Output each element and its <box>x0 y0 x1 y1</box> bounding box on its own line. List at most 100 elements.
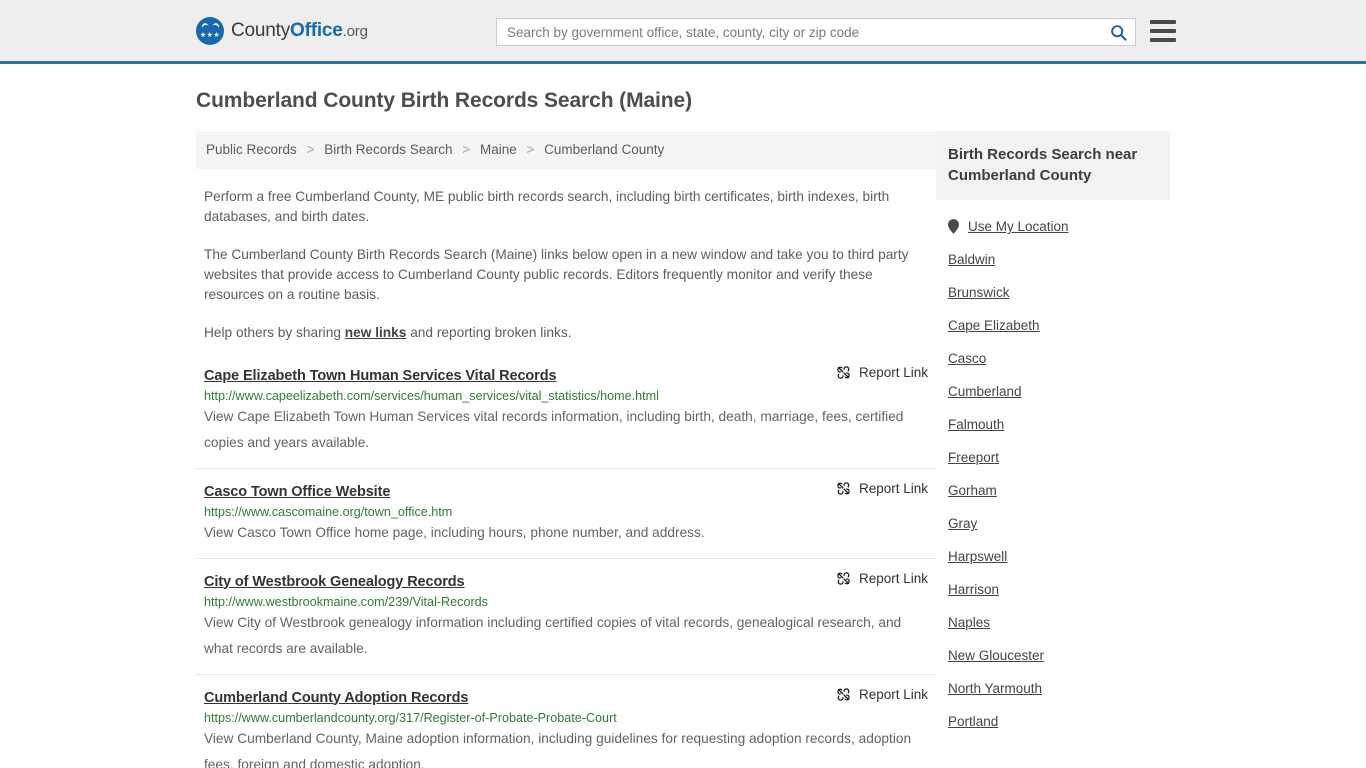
intro-paragraph-2: The Cumberland County Birth Records Sear… <box>204 246 909 302</box>
sidebar-link-label[interactable]: Harpswell <box>948 549 1007 564</box>
result-header: City of Westbrook Genealogy Records Repo… <box>204 571 936 590</box>
brand-wordmark: CountyOffice.org <box>231 20 368 42</box>
sidebar-link-label[interactable]: Brunswick <box>948 285 1010 300</box>
result-description: View Casco Town Office home page, includ… <box>204 524 705 540</box>
report-link-button[interactable]: Report Link <box>836 687 936 702</box>
result-item: Cumberland County Adoption Records Repor… <box>196 687 936 768</box>
report-link-button[interactable]: Report Link <box>836 571 936 586</box>
sidebar-link-label[interactable]: Naples <box>948 615 990 630</box>
sidebar-item-brunswick[interactable]: Brunswick <box>948 276 1170 309</box>
sidebar-item-naples[interactable]: Naples <box>948 606 1170 639</box>
result-item: Casco Town Office Website Report Link ht… <box>196 481 936 559</box>
result-description: View Cape Elizabeth Town Human Services … <box>204 408 904 450</box>
report-link-label: Report Link <box>858 686 928 702</box>
breadcrumb-separator: > <box>306 142 315 157</box>
hamburger-bar <box>1150 29 1176 33</box>
search-input[interactable] <box>497 19 1101 45</box>
sidebar-item-portland[interactable]: Portland <box>948 705 1170 738</box>
result-title-link[interactable]: City of Westbrook Genealogy Records <box>204 574 465 590</box>
hamburger-bar <box>1150 20 1176 24</box>
sidebar-link-label[interactable]: North Yarmouth <box>948 681 1042 696</box>
sidebar-item-gorham[interactable]: Gorham <box>948 474 1170 507</box>
sidebar-item-north-yarmouth[interactable]: North Yarmouth <box>948 672 1170 705</box>
result-url: https://www.cascomaine.org/town_office.h… <box>204 504 453 519</box>
sidebar-link-label[interactable]: Casco <box>948 351 986 366</box>
result-header: Cape Elizabeth Town Human Services Vital… <box>204 365 936 384</box>
intro-text: Perform a free Cumberland County, ME pub… <box>196 187 936 343</box>
sidebar-item-falmouth[interactable]: Falmouth <box>948 408 1170 441</box>
broken-link-icon <box>837 687 850 701</box>
sidebar-item-new-gloucester[interactable]: New Gloucester <box>948 639 1170 672</box>
search-bar <box>496 18 1136 46</box>
hamburger-bar <box>1150 38 1176 42</box>
report-link-label: Report Link <box>858 364 928 380</box>
hamburger-menu-icon[interactable] <box>1150 20 1176 42</box>
breadcrumb-item-birth-records-search[interactable]: Birth Records Search <box>324 142 452 157</box>
broken-link-icon <box>837 481 850 495</box>
breadcrumb-separator: > <box>462 142 471 157</box>
search-button[interactable] <box>1101 19 1135 45</box>
report-link-button[interactable]: Report Link <box>836 481 936 496</box>
sidebar-item-casco[interactable]: Casco <box>948 342 1170 375</box>
report-link-label: Report Link <box>858 480 928 496</box>
sidebar-link-label[interactable]: Baldwin <box>948 252 995 267</box>
sidebar-item-harpswell[interactable]: Harpswell <box>948 540 1170 573</box>
sidebar-link-label[interactable]: Cape Elizabeth <box>948 318 1040 333</box>
result-title-link[interactable]: Cumberland County Adoption Records <box>204 690 468 706</box>
brand-office: Office <box>290 19 343 41</box>
content-row: Public Records > Birth Records Search > … <box>196 131 1170 768</box>
search-icon <box>1110 24 1126 41</box>
broken-link-icon <box>837 365 850 379</box>
sidebar-item-harrison[interactable]: Harrison <box>948 573 1170 606</box>
breadcrumb-item-cumberland-county: Cumberland County <box>544 142 665 157</box>
intro-paragraph-3: Help others by sharing new links and rep… <box>204 323 916 343</box>
intro-paragraph-1: Perform a free Cumberland County, ME pub… <box>204 188 890 224</box>
sidebar-item-gray[interactable]: Gray <box>948 507 1170 540</box>
result-url: http://www.westbrookmaine.com/239/Vital-… <box>204 594 488 609</box>
result-title-link[interactable]: Casco Town Office Website <box>204 484 390 500</box>
report-link-button[interactable]: Report Link <box>836 365 936 380</box>
breadcrumb: Public Records > Birth Records Search > … <box>196 131 936 169</box>
sidebar-link-label[interactable]: Freeport <box>948 450 999 465</box>
broken-link-icon <box>837 571 850 585</box>
sidebar-link-label[interactable]: Portland <box>948 714 998 729</box>
intro-p3-after: and reporting broken links. <box>406 324 572 340</box>
site-header: ★★★ CountyOffice.org <box>0 0 1366 64</box>
brand-org: .org <box>342 22 368 40</box>
sidebar-item-cumberland[interactable]: Cumberland <box>948 375 1170 408</box>
result-header: Cumberland County Adoption Records Repor… <box>204 687 936 706</box>
breadcrumb-item-maine[interactable]: Maine <box>480 142 517 157</box>
eagle-seal-icon: ★★★ <box>196 16 224 45</box>
sidebar-link-label[interactable]: Cumberland <box>948 384 1022 399</box>
sidebar-link-label[interactable]: Falmouth <box>948 417 1004 432</box>
sidebar-link-label[interactable]: Gorham <box>948 483 997 498</box>
sidebar-link-label[interactable]: New Gloucester <box>948 648 1044 663</box>
map-pin-icon <box>948 219 959 234</box>
result-title-link[interactable]: Cape Elizabeth Town Human Services Vital… <box>204 368 557 384</box>
brand-county: County <box>231 19 291 41</box>
page-title: Cumberland County Birth Records Search (… <box>196 89 692 112</box>
result-url: https://www.cumberlandcounty.org/317/Reg… <box>204 710 617 725</box>
sidebar-links: Use My Location Baldwin Brunswick Cape E… <box>936 200 1170 738</box>
result-header: Casco Town Office Website Report Link <box>204 481 936 500</box>
sidebar-item-cape-elizabeth[interactable]: Cape Elizabeth <box>948 309 1170 342</box>
result-item: City of Westbrook Genealogy Records Repo… <box>196 571 936 675</box>
use-my-location-row[interactable]: Use My Location <box>948 210 1170 243</box>
sidebar-title: Birth Records Search near Cumberland Cou… <box>936 131 1170 200</box>
result-item: Cape Elizabeth Town Human Services Vital… <box>196 365 936 469</box>
sidebar-link-label[interactable]: Gray <box>948 516 977 531</box>
breadcrumb-separator: > <box>526 142 535 157</box>
sidebar-link-label[interactable]: Harrison <box>948 582 999 597</box>
result-description: View City of Westbrook genealogy informa… <box>204 614 902 656</box>
use-my-location-link[interactable]: Use My Location <box>968 219 1069 234</box>
report-link-label: Report Link <box>858 570 928 586</box>
breadcrumb-item-public-records[interactable]: Public Records <box>206 142 297 157</box>
new-links-link[interactable]: new links <box>345 325 407 340</box>
sidebar-item-freeport[interactable]: Freeport <box>948 441 1170 474</box>
result-description: View Cumberland County, Maine adoption i… <box>204 730 912 768</box>
sidebar-item-baldwin[interactable]: Baldwin <box>948 243 1170 276</box>
site-logo[interactable]: ★★★ CountyOffice.org <box>196 16 368 45</box>
main-column: Public Records > Birth Records Search > … <box>196 131 936 768</box>
results-list: Cape Elizabeth Town Human Services Vital… <box>196 365 936 768</box>
sidebar: Birth Records Search near Cumberland Cou… <box>936 131 1170 738</box>
